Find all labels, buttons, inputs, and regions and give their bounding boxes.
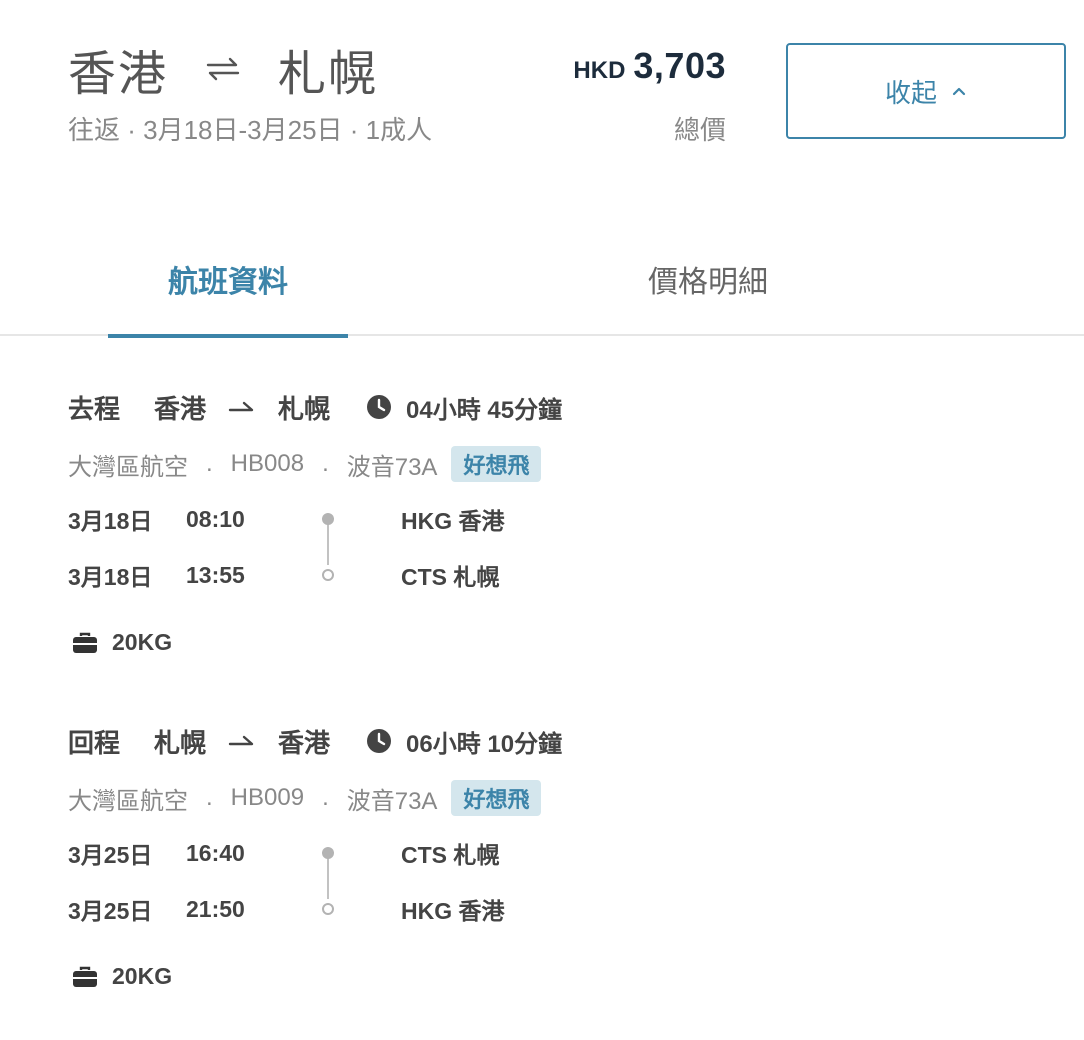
arrow-right-icon [228,401,254,412]
tab-price-details[interactable]: 價格明細 [588,230,828,336]
aircraft-type: 波音73A [346,787,438,815]
collapse-button[interactable]: 收起 [786,43,1066,139]
arrival-airport: HKG 香港 [401,898,505,924]
route-title: 香港 札幌 [68,34,378,104]
price-amount: 3,703 [633,45,726,86]
briefcase-icon [73,966,97,987]
airline-name: 大灣區航空 [68,453,188,481]
arrival-dot [322,903,334,915]
arrival-airport: CTS 札幌 [401,564,500,590]
price-currency: HKD [573,57,626,84]
departure-airport: CTS 札幌 [401,842,500,868]
flight-number: HB008 [230,450,305,477]
tab-bar: 航班資料 價格明細 [0,230,1084,338]
departure-time: 16:40 [186,839,245,866]
arrival-dot [322,569,334,581]
arrival-row: 3月18日 13:55 CTS 札幌 [68,547,968,603]
separator-dot: . [206,784,213,811]
clock-icon [367,395,392,419]
route-origin: 香港 [68,48,169,101]
flight-summary-page: 香港 札幌 往返 · 3月18日-3月25日 · 1成人 HKD 3,703 總價… [0,0,1084,1040]
chevron-up-icon [952,87,966,96]
departure-airport: HKG 香港 [401,508,505,534]
departure-dot [322,847,334,859]
baggage-weight: 20KG [112,963,173,989]
baggage-allowance: 20KG [68,963,968,990]
departure-row: 3月25日 16:40 CTS 札幌 [68,825,968,881]
segment-header: 回程 札幌 香港 06小時 10分鐘 [68,721,968,761]
route-destination: 札幌 [278,48,379,101]
departure-time: 08:10 [186,505,245,532]
airline-info: 大灣區航空 . HB008 . 波音73A 好想飛 [68,446,968,482]
total-price: HKD 3,703 [573,45,726,87]
segment-direction: 去程 [68,393,121,424]
separator-dot: . [322,784,329,811]
segment-return: 回程 札幌 香港 06小時 10分鐘 大灣區航空 . HB009 . 波音73A… [68,721,968,990]
tab-flight-info[interactable]: 航班資料 [108,230,348,338]
segment-header: 去程 香港 札幌 04小時 45分鐘 [68,387,968,427]
price-label: 總價 [673,115,726,145]
separator-dot: . [206,450,213,477]
aircraft-type: 波音73A [346,453,438,481]
trip-meta: 往返 · 3月18日-3月25日 · 1成人 [68,115,433,145]
arrival-time: 13:55 [186,561,245,588]
arrival-date: 3月25日 [68,898,153,924]
baggage-allowance: 20KG [68,629,968,656]
segment-from: 香港 [154,393,207,424]
swap-arrows-icon [206,57,240,81]
departure-dot [322,513,334,525]
segment-to: 香港 [278,727,331,758]
segment-direction: 回程 [68,727,121,758]
flight-times: 3月18日 08:10 HKG 香港 3月18日 13:55 CTS 札幌 [68,491,968,603]
segment-duration: 04小時 45分鐘 [406,396,563,424]
airline-info: 大灣區航空 . HB009 . 波音73A 好想飛 [68,780,968,816]
arrow-right-icon [228,735,254,746]
segment-outbound: 去程 香港 札幌 04小時 45分鐘 大灣區航空 . HB008 . 波音73A… [68,387,968,656]
departure-row: 3月18日 08:10 HKG 香港 [68,491,968,547]
segment-duration: 06小時 10分鐘 [406,730,563,758]
fare-brand-badge: 好想飛 [451,780,542,816]
flight-number: HB009 [230,784,305,811]
collapse-button-label: 收起 [884,77,937,108]
briefcase-icon [73,632,97,653]
flight-times: 3月25日 16:40 CTS 札幌 3月25日 21:50 HKG 香港 [68,825,968,937]
baggage-weight: 20KG [112,629,173,655]
arrival-row: 3月25日 21:50 HKG 香港 [68,881,968,937]
arrival-time: 21:50 [186,895,245,922]
departure-date: 3月25日 [68,842,153,868]
fare-brand-badge: 好想飛 [451,446,542,482]
separator-dot: . [322,450,329,477]
clock-icon [367,729,392,753]
departure-date: 3月18日 [68,508,153,534]
segment-to: 札幌 [278,393,331,424]
segment-from: 札幌 [154,727,207,758]
arrival-date: 3月18日 [68,564,153,590]
airline-name: 大灣區航空 [68,787,188,815]
